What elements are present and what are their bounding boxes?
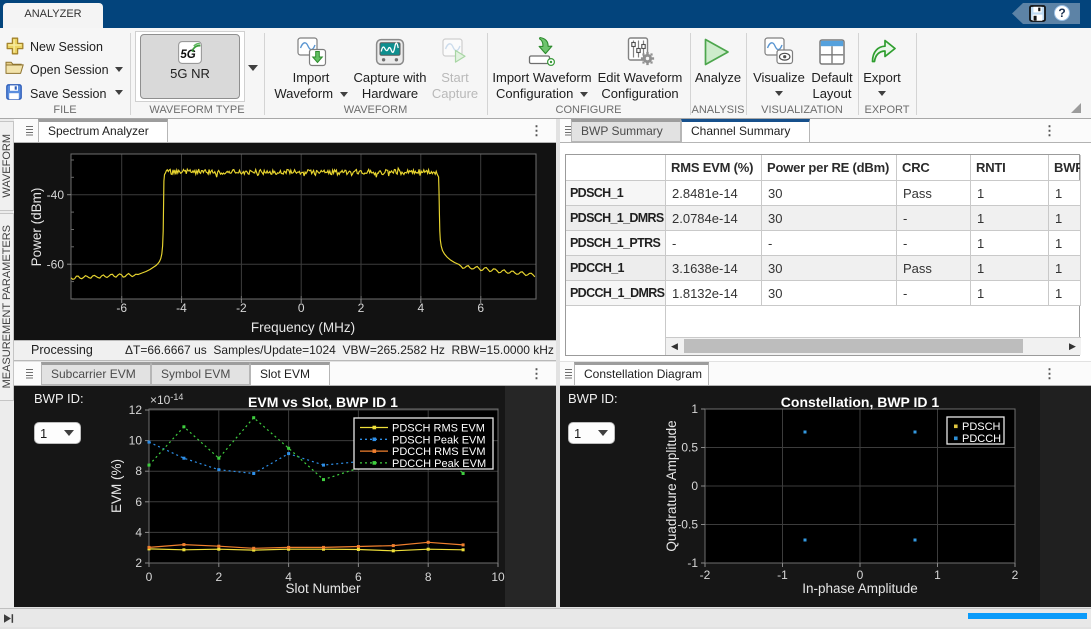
- svg-text:1: 1: [691, 402, 698, 416]
- svg-text:-40: -40: [47, 188, 65, 202]
- svg-text:0: 0: [146, 570, 153, 584]
- svg-text:Slot Number: Slot Number: [285, 581, 361, 596]
- svg-text:-0.5: -0.5: [677, 518, 698, 532]
- svg-text:2: 2: [358, 301, 365, 315]
- svg-text:0.5: 0.5: [681, 441, 698, 455]
- svg-text:12: 12: [129, 403, 143, 417]
- svg-text:EVM vs Slot, BWP ID 1: EVM vs Slot, BWP ID 1: [248, 394, 398, 410]
- svg-text:-1: -1: [777, 568, 788, 582]
- svg-text:×10-14: ×10-14: [150, 392, 183, 407]
- svg-text:PDCCH RMS EVM: PDCCH RMS EVM: [392, 446, 486, 458]
- svg-text:PDCCH: PDCCH: [962, 433, 1001, 445]
- svg-text:8: 8: [135, 464, 142, 478]
- svg-text:0: 0: [691, 479, 698, 493]
- svg-text:-60: -60: [47, 258, 65, 272]
- svg-text:10: 10: [491, 570, 505, 584]
- svg-text:PDCCH Peak EVM: PDCCH Peak EVM: [392, 458, 486, 470]
- svg-text:-2: -2: [700, 568, 711, 582]
- svg-text:2: 2: [1012, 568, 1019, 582]
- svg-text:EVM (%): EVM (%): [109, 459, 124, 513]
- svg-text:PDSCH Peak EVM: PDSCH Peak EVM: [392, 434, 486, 446]
- svg-text:6: 6: [135, 495, 142, 509]
- svg-text:1: 1: [934, 568, 941, 582]
- svg-text:In-phase Amplitude: In-phase Amplitude: [802, 581, 918, 596]
- svg-text:Quadrature Amplitude: Quadrature Amplitude: [664, 420, 679, 551]
- svg-text:Power (dBm): Power (dBm): [29, 188, 44, 267]
- svg-text:2: 2: [215, 570, 222, 584]
- svg-text:6: 6: [477, 301, 484, 315]
- svg-text:-1: -1: [687, 556, 698, 570]
- svg-text:-4: -4: [176, 301, 187, 315]
- svg-text:0: 0: [857, 568, 864, 582]
- svg-text:Frequency (MHz): Frequency (MHz): [251, 320, 355, 335]
- svg-text:4: 4: [135, 525, 142, 539]
- svg-text:-2: -2: [236, 301, 247, 315]
- svg-text:2: 2: [135, 556, 142, 570]
- svg-text:PDSCH RMS EVM: PDSCH RMS EVM: [392, 423, 485, 435]
- svg-text:4: 4: [417, 301, 424, 315]
- svg-text:10: 10: [129, 434, 143, 448]
- svg-text:-6: -6: [116, 301, 127, 315]
- svg-text:Constellation, BWP ID 1: Constellation, BWP ID 1: [781, 394, 940, 410]
- svg-text:PDSCH: PDSCH: [962, 421, 1001, 433]
- svg-text:0: 0: [298, 301, 305, 315]
- svg-text:8: 8: [425, 570, 432, 584]
